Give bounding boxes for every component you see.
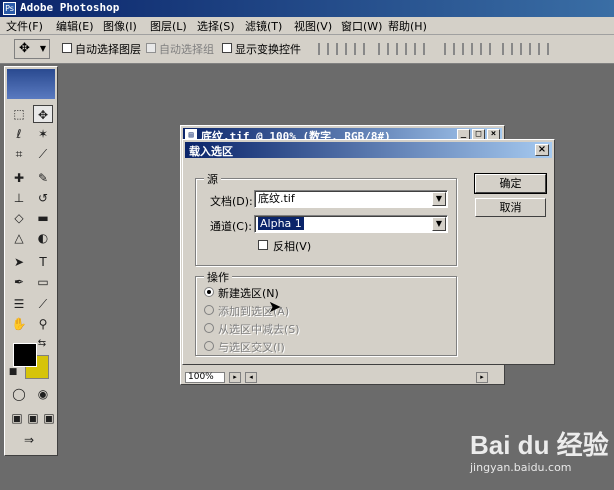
- photoshop-icon: Ps: [3, 2, 16, 15]
- op-new-selection-radio[interactable]: [204, 287, 214, 297]
- op-subtract-selection-label: 从选区中减去(S): [218, 323, 300, 336]
- invert-label: 反相(V): [273, 240, 312, 253]
- pen-tool-icon[interactable]: ✒: [9, 273, 29, 291]
- channel-select-value: Alpha 1: [258, 217, 304, 230]
- blur-tool-icon[interactable]: △: [9, 229, 29, 247]
- source-group: 源 文档(D): 底纹.tif ▼ 通道(C): Alpha 1 ▼ 反相(V): [195, 171, 457, 266]
- menu-layer[interactable]: 图层(L): [150, 18, 187, 34]
- toolbox: ⬚ ✥ ℓ ✶ ⌗ ⟋ ✚ ✎ ⊥ ↺ ◇ ▬ △ ◐ ➤ T ✒ ▭ ☰ ⟋ …: [4, 66, 58, 456]
- op-intersect-selection-label: 与选区交叉(I): [218, 341, 285, 354]
- lasso-tool-icon[interactable]: ℓ: [9, 125, 29, 143]
- load-selection-dialog: 载入选区 × 源 文档(D): 底纹.tif ▼ 通道(C): Alpha 1 …: [182, 139, 555, 365]
- history-brush-tool-icon[interactable]: ↺: [33, 189, 53, 207]
- document-select-value: 底纹.tif: [258, 192, 295, 205]
- channel-select[interactable]: Alpha 1 ▼: [254, 215, 448, 233]
- menu-view[interactable]: 视图(V): [294, 18, 332, 34]
- distribute-top-icon[interactable]: [444, 43, 455, 55]
- type-tool-icon[interactable]: T: [33, 253, 53, 271]
- dialog-close-button[interactable]: ×: [535, 144, 549, 156]
- gradient-tool-icon[interactable]: ▬: [33, 209, 53, 227]
- notes-tool-icon[interactable]: ☰: [9, 295, 29, 313]
- distribute-left-icon[interactable]: [502, 43, 513, 55]
- standard-mode-icon[interactable]: ◯: [9, 385, 29, 403]
- align-top-icon[interactable]: [318, 43, 329, 55]
- op-intersect-selection-radio[interactable]: [204, 341, 214, 351]
- cancel-button[interactable]: 取消: [475, 198, 546, 217]
- document-status-bar: 100% ▸ ◂ ▸: [183, 372, 502, 384]
- distribute-bottom-icon[interactable]: [480, 43, 491, 55]
- chevron-down-icon[interactable]: ▼: [432, 192, 446, 206]
- distribute-right-icon[interactable]: [538, 43, 549, 55]
- options-bar: ✥ ▼ 自动选择图层 自动选择组 显示变换控件: [0, 35, 614, 64]
- menu-help[interactable]: 帮助(H): [388, 18, 427, 34]
- document-label: 文档(D):: [210, 195, 253, 208]
- quick-mask-icon[interactable]: ◉: [33, 385, 53, 403]
- operation-group-label: 操作: [204, 269, 232, 285]
- auto-select-layer-checkbox[interactable]: [62, 43, 72, 53]
- healing-brush-tool-icon[interactable]: ✚: [9, 169, 29, 187]
- slice-tool-icon[interactable]: ⟋: [33, 145, 53, 163]
- path-select-tool-icon[interactable]: ➤: [9, 253, 29, 271]
- eraser-tool-icon[interactable]: ◇: [9, 209, 29, 227]
- marquee-tool-icon[interactable]: ⬚: [9, 105, 29, 123]
- source-group-label: 源: [204, 171, 221, 187]
- auto-select-group-label: 自动选择组: [159, 43, 214, 56]
- watermark-sub: jingyan.baidu.com: [470, 461, 572, 474]
- operation-group: 操作 新建选区(N) 添加到选区(A) 从选区中减去(S) 与选区交叉(I): [195, 269, 457, 356]
- channel-label: 通道(C):: [210, 220, 252, 233]
- align-vcenter-icon[interactable]: [336, 43, 347, 55]
- app-title: Adobe Photoshop: [20, 1, 120, 14]
- show-transform-checkbox[interactable]: [222, 43, 232, 53]
- menu-file[interactable]: 文件(F): [6, 18, 43, 34]
- document-select[interactable]: 底纹.tif ▼: [254, 190, 448, 208]
- eyedropper-tool-icon[interactable]: ⟋: [33, 295, 53, 313]
- jump-to-imageready-icon[interactable]: ⇒: [19, 431, 39, 449]
- screen-mode-full-icon[interactable]: ▣: [39, 409, 59, 427]
- align-left-icon[interactable]: [378, 43, 389, 55]
- auto-select-layer-label: 自动选择图层: [75, 43, 141, 56]
- swap-colors-icon[interactable]: ⇆: [35, 335, 49, 353]
- default-colors-icon[interactable]: ■: [7, 363, 19, 381]
- menu-select[interactable]: 选择(S): [197, 18, 235, 34]
- align-bottom-icon[interactable]: [354, 43, 365, 55]
- scroll-right-icon[interactable]: ▸: [476, 372, 488, 383]
- chevron-down-icon[interactable]: ▼: [432, 217, 446, 231]
- op-add-selection-radio[interactable]: [204, 305, 214, 315]
- align-hcenter-icon[interactable]: [396, 43, 407, 55]
- menu-filter[interactable]: 滤镜(T): [245, 18, 282, 34]
- move-tool-icon: ✥: [19, 41, 30, 56]
- dialog-title: 载入选区: [189, 145, 233, 158]
- zoom-field[interactable]: 100%: [185, 372, 225, 383]
- move-tool-icon[interactable]: ✥: [33, 105, 53, 123]
- scroll-left-icon[interactable]: ◂: [245, 372, 257, 383]
- status-menu-icon[interactable]: ▸: [229, 372, 241, 383]
- invert-checkbox[interactable]: [258, 240, 268, 250]
- op-subtract-selection-radio[interactable]: [204, 323, 214, 333]
- crop-tool-icon[interactable]: ⌗: [9, 145, 29, 163]
- clone-stamp-tool-icon[interactable]: ⊥: [9, 189, 29, 207]
- menu-image[interactable]: 图像(I): [103, 18, 137, 34]
- watermark-main: Bai du 经验: [470, 430, 609, 460]
- mouse-pointer-icon: ➤: [268, 297, 282, 316]
- menu-edit[interactable]: 编辑(E): [56, 18, 94, 34]
- brush-tool-icon[interactable]: ✎: [33, 169, 53, 187]
- shape-tool-icon[interactable]: ▭: [33, 273, 53, 291]
- hand-tool-icon[interactable]: ✋: [9, 315, 29, 333]
- show-transform-label: 显示变换控件: [235, 43, 301, 56]
- feather-logo-icon: [7, 69, 55, 99]
- menu-window[interactable]: 窗口(W): [341, 18, 382, 34]
- tool-preset-picker[interactable]: ✥ ▼: [14, 39, 50, 59]
- ok-button[interactable]: 确定: [474, 173, 547, 194]
- chevron-down-icon: ▼: [39, 44, 46, 53]
- magic-wand-tool-icon[interactable]: ✶: [33, 125, 53, 143]
- align-right-icon[interactable]: [414, 43, 425, 55]
- zoom-tool-icon[interactable]: ⚲: [33, 315, 53, 333]
- dodge-tool-icon[interactable]: ◐: [33, 229, 53, 247]
- dialog-titlebar[interactable]: 载入选区 ×: [185, 142, 552, 158]
- menu-bar: 文件(F) 编辑(E) 图像(I) 图层(L) 选择(S) 滤镜(T) 视图(V…: [0, 17, 614, 35]
- distribute-hcenter-icon[interactable]: [520, 43, 531, 55]
- distribute-vcenter-icon[interactable]: [462, 43, 473, 55]
- auto-select-group-checkbox[interactable]: [146, 43, 156, 53]
- app-titlebar: Ps Adobe Photoshop: [0, 0, 614, 17]
